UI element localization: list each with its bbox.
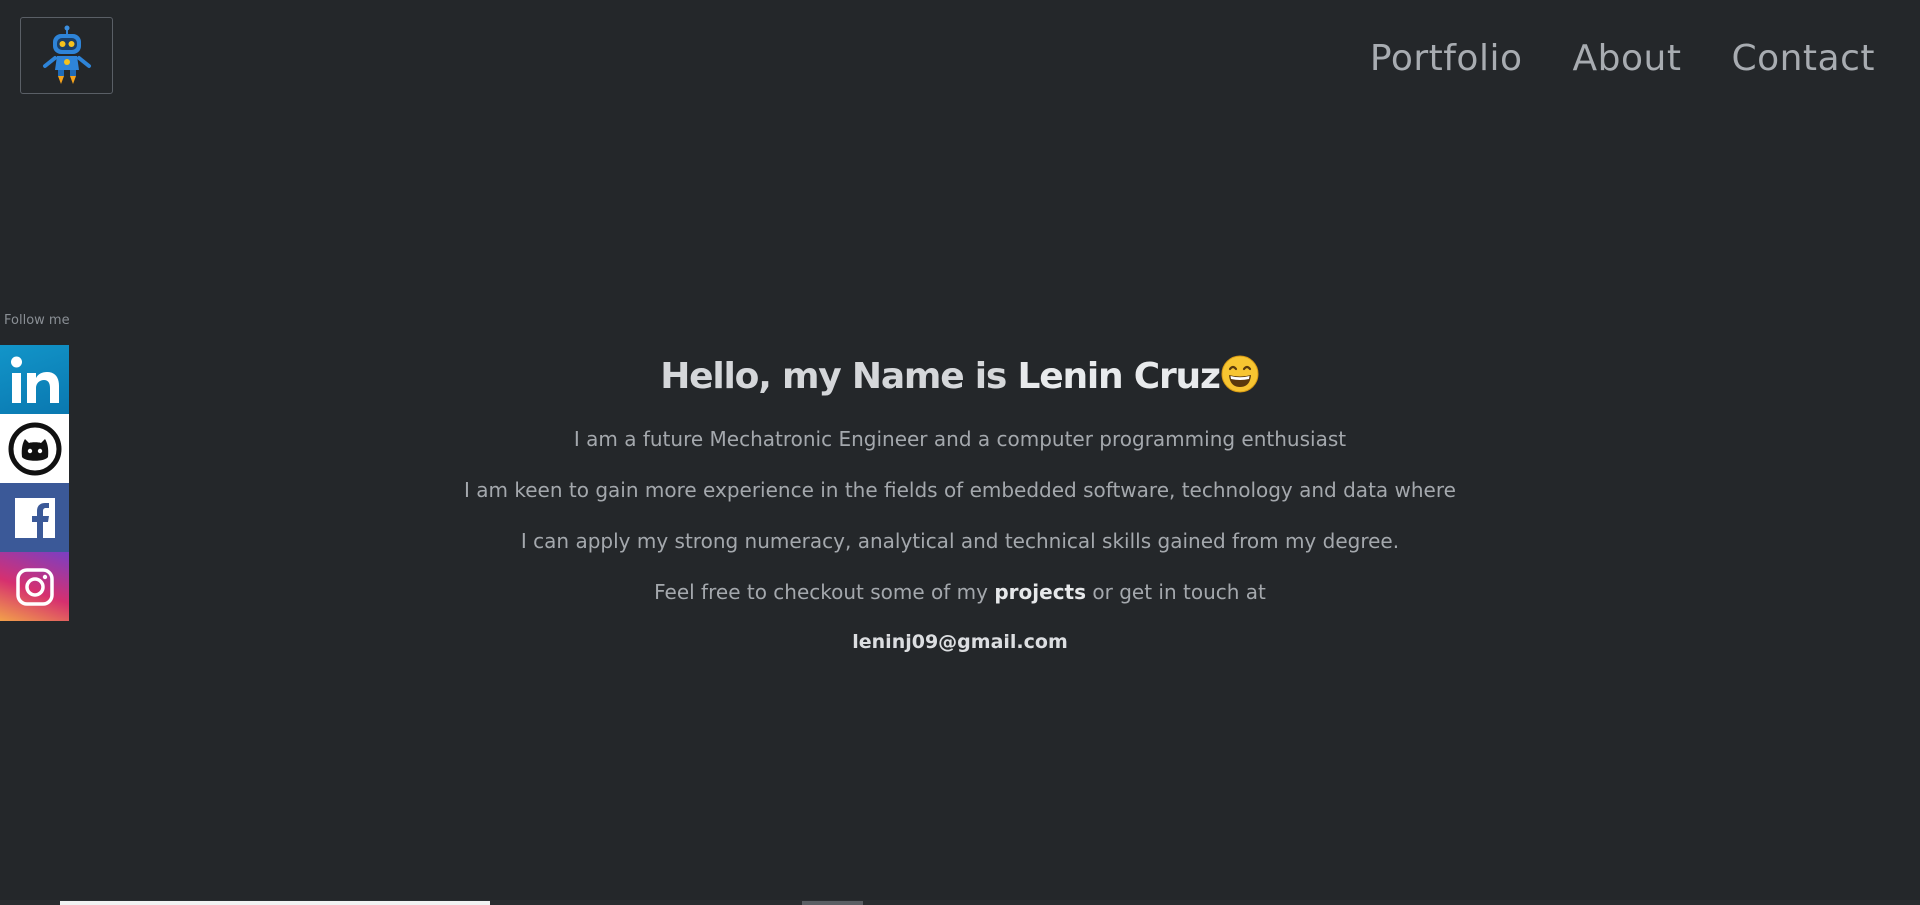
intro-line-3: I can apply my strong numeracy, analytic… xyxy=(520,529,1400,553)
main-nav: Portfolio About Contact xyxy=(1370,34,1875,84)
line4-after: or get in touch at xyxy=(1086,580,1266,604)
projects-link[interactable]: projects xyxy=(994,580,1086,604)
hero-title: Hello, my Name is Lenin Cruz xyxy=(0,352,1920,402)
line4-before: Feel free to checkout some of my xyxy=(654,580,995,604)
title-prefix: Hello, my Name is xyxy=(660,356,1018,397)
title-name: Lenin Cruz xyxy=(1017,356,1221,397)
nav-contact-link[interactable]: Contact xyxy=(1731,34,1875,84)
hero-section: Hello, my Name is Lenin Cruz I am a futu… xyxy=(0,352,1920,653)
scrollbar-thumb[interactable] xyxy=(802,901,863,905)
grinning-face-icon xyxy=(1221,355,1259,393)
nav-about-link[interactable]: About xyxy=(1573,34,1682,84)
scroll-track-highlight xyxy=(60,901,490,905)
intro-line-4: Feel free to checkout some of my project… xyxy=(0,578,1920,606)
robot-icon xyxy=(42,25,91,84)
intro-line-1: I am a future Mechatronic Engineer and a… xyxy=(573,427,1347,451)
email-link[interactable]: leninj09@gmail.com xyxy=(852,631,1068,653)
intro-line-2: I am keen to gain more experience in the… xyxy=(464,478,1456,502)
follow-me-label: Follow me xyxy=(4,313,70,328)
logo-button[interactable] xyxy=(20,17,113,94)
nav-portfolio-link[interactable]: Portfolio xyxy=(1370,34,1523,84)
